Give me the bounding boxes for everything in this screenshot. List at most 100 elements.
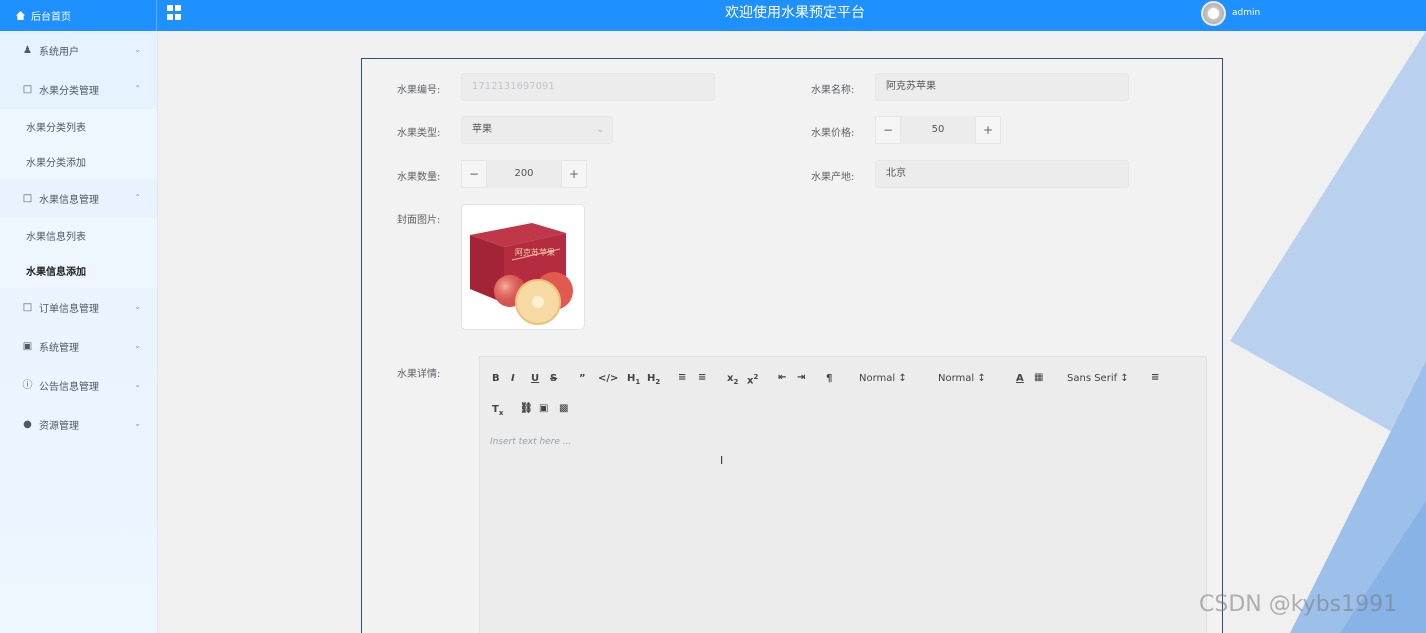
header1-button[interactable]: H1 [627, 373, 640, 386]
sidebar-item-system-manage[interactable]: ▣ 系统管理 ⌄ [0, 327, 157, 366]
sidebar-item-category-list[interactable]: 水果分类列表 [0, 109, 157, 144]
header-select-value: Normal [859, 373, 896, 384]
sidebar-item-category-add[interactable]: 水果分类添加 [0, 144, 157, 179]
text-color-icon[interactable]: A [1016, 373, 1024, 384]
sidebar-item-label: 水果信息管理 [39, 195, 99, 206]
indent-icon[interactable]: ⇥ [797, 372, 805, 383]
fruit-form-panel: 水果编号: 1712131697091 水果名称: 阿克苏苹果 水果类型: 苹果… [361, 58, 1223, 633]
name-input[interactable]: 阿克苏苹果 [875, 73, 1129, 101]
apple-box-image: 阿克苏苹果 [470, 223, 573, 325]
origin-input[interactable]: 北京 [875, 160, 1129, 188]
sidebar-item-label: 系统管理 [39, 343, 79, 354]
outdent-icon[interactable]: ⇤ [778, 372, 786, 383]
code-icon[interactable]: </> [598, 373, 618, 384]
chevron-up-icon: ⌃ [134, 193, 141, 202]
brand-label: 后台首页 [31, 12, 71, 23]
type-select[interactable]: 苹果 ⌄ [461, 116, 613, 144]
size-select-value: Normal [938, 373, 975, 384]
bold-button[interactable]: B [492, 373, 500, 384]
editor-toolbar: B I U S ” </> H1 H2 ≡ ≡ x2 x2 ⇤ ⇥ ¶ Norm… [480, 357, 1206, 423]
price-label: 水果价格: [811, 128, 855, 139]
quantity-value[interactable]: 200 [487, 160, 561, 188]
sidebar-item-label: 系统用户 [39, 47, 79, 58]
price-increase-button[interactable]: + [975, 116, 1001, 144]
font-select[interactable]: Sans Serif ↕ [1067, 373, 1129, 384]
detail-label: 水果详情: [397, 369, 441, 380]
bullet-list-icon[interactable]: ≡ [698, 372, 706, 383]
text-direction-icon[interactable]: ¶ [826, 373, 832, 384]
page-title: 欢迎使用水果预定平台 [725, 5, 865, 21]
chevron-down-icon: ⌄ [134, 341, 141, 350]
sidebar-item-system-users[interactable]: ♟ 系统用户 ⌄ [0, 31, 157, 70]
chevron-down-icon: ⌄ [596, 125, 604, 135]
font-select-value: Sans Serif [1067, 373, 1118, 384]
sidebar-item-label: 订单信息管理 [39, 304, 99, 315]
home-link[interactable]: 后台首页 [0, 0, 157, 31]
subscript-button[interactable]: x2 [727, 373, 738, 386]
cover-label: 封面图片: [397, 215, 441, 226]
chevron-up-icon: ⌃ [134, 84, 141, 93]
sidebar: ♟ 系统用户 ⌄ □ 水果分类管理 ⌃ 水果分类列表 水果分类添加 □ 水果信息… [0, 31, 158, 633]
clear-format-icon[interactable]: Tx [492, 404, 503, 417]
background-color-icon[interactable]: ▦ [1034, 372, 1043, 383]
type-select-value: 苹果 [472, 124, 492, 135]
header2-button[interactable]: H2 [647, 373, 660, 386]
price-stepper: − 50 + [875, 116, 1001, 144]
sidebar-item-fruit-add[interactable]: 水果信息添加 [0, 253, 157, 288]
header-select[interactable]: Normal ↕ [859, 373, 907, 384]
video-icon[interactable]: ▩ [559, 403, 568, 414]
top-navbar: 后台首页 欢迎使用水果预定平台 admin [0, 0, 1426, 31]
chevron-down-icon: ⌄ [134, 302, 141, 311]
quantity-increase-button[interactable]: + [561, 160, 587, 188]
folder-icon: □ [22, 84, 33, 95]
menu-grid-icon[interactable] [167, 5, 182, 20]
name-label: 水果名称: [811, 85, 855, 96]
chevron-down-icon: ⌄ [134, 380, 141, 389]
chevron-down-icon: ⌄ [134, 45, 141, 54]
sidebar-item-notice-manage[interactable]: ⓘ 公告信息管理 ⌄ [0, 366, 157, 405]
folder-icon: □ [22, 193, 33, 204]
origin-label: 水果产地: [811, 172, 855, 183]
price-decrease-button[interactable]: − [875, 116, 901, 144]
sidebar-item-resource-manage[interactable]: ● 资源管理 ⌄ [0, 405, 157, 444]
blockquote-icon[interactable]: ” [579, 373, 586, 384]
username-label[interactable]: admin [1232, 8, 1260, 18]
cover-image-upload[interactable]: 阿克苏苹果 [461, 204, 585, 330]
quantity-label: 水果数量: [397, 172, 441, 183]
link-icon[interactable]: ⛓ [520, 403, 533, 414]
user-icon: ♟ [23, 45, 32, 56]
italic-button[interactable]: I [511, 373, 515, 384]
sidebar-item-fruit-list[interactable]: 水果信息列表 [0, 218, 157, 253]
text-cursor-icon: I [720, 454, 724, 467]
sidebar-item-label: 资源管理 [39, 421, 79, 432]
image-icon[interactable]: ▣ [539, 403, 548, 414]
image-icon: ▣ [22, 341, 33, 352]
quantity-stepper: − 200 + [461, 160, 587, 188]
info-icon: ⓘ [22, 380, 33, 391]
avatar[interactable] [1201, 1, 1226, 26]
rich-text-editor: B I U S ” </> H1 H2 ≡ ≡ x2 x2 ⇤ ⇥ ¶ Norm… [479, 356, 1207, 633]
code-input[interactable]: 1712131697091 [461, 73, 715, 101]
size-select[interactable]: Normal ↕ [938, 373, 986, 384]
align-icon[interactable]: ≡ [1151, 372, 1159, 383]
sidebar-item-fruit-manage[interactable]: □ 水果信息管理 ⌃ [0, 179, 157, 218]
quantity-decrease-button[interactable]: − [461, 160, 487, 188]
type-label: 水果类型: [397, 128, 441, 139]
editor-placeholder[interactable]: Insert text here ... [490, 437, 571, 447]
superscript-button[interactable]: x2 [747, 373, 758, 386]
code-label: 水果编号: [397, 85, 441, 96]
price-value[interactable]: 50 [901, 116, 975, 144]
home-icon [16, 11, 25, 20]
chevron-down-icon: ⌄ [134, 419, 141, 428]
sidebar-item-category-manage[interactable]: □ 水果分类管理 ⌃ [0, 70, 157, 109]
folder-icon: □ [22, 302, 33, 313]
strike-button[interactable]: S [550, 373, 557, 384]
pin-icon: ● [23, 419, 32, 430]
sidebar-item-label: 水果分类管理 [39, 86, 99, 97]
underline-button[interactable]: U [531, 373, 539, 384]
background-decoration [1230, 31, 1426, 633]
watermark: CSDN @kybs1991 [1199, 592, 1398, 617]
ordered-list-icon[interactable]: ≡ [678, 372, 686, 383]
sidebar-item-label: 公告信息管理 [39, 382, 99, 393]
sidebar-item-order-manage[interactable]: □ 订单信息管理 ⌄ [0, 288, 157, 327]
